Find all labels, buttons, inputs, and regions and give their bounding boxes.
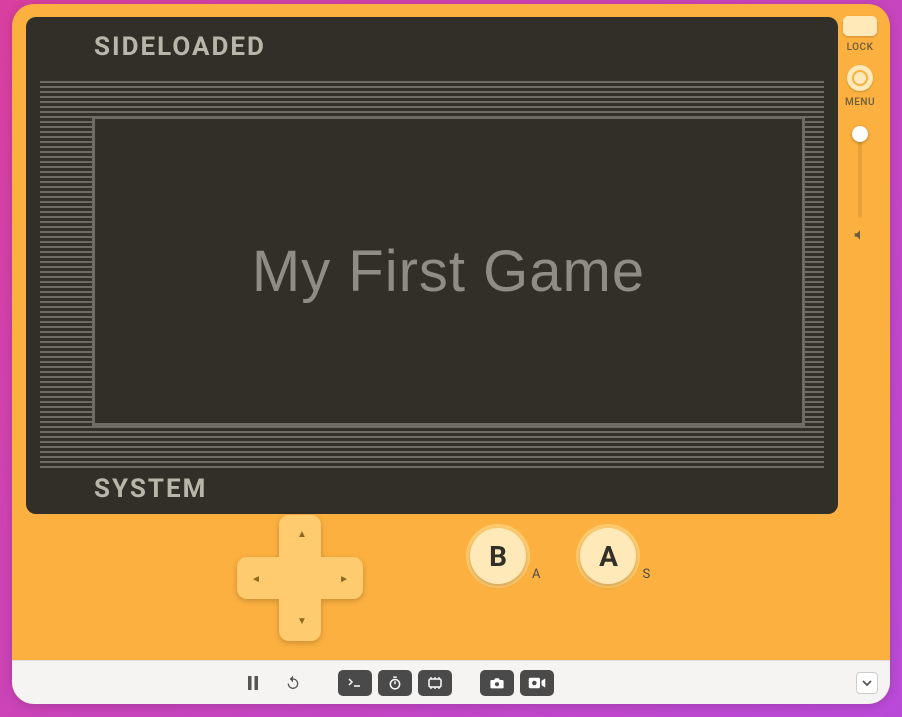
menu-button[interactable] (847, 65, 873, 91)
b-button[interactable]: B (470, 528, 526, 584)
game-title-text: My First Game (252, 238, 645, 305)
menu-label: MENU (845, 97, 875, 108)
pause-icon (247, 676, 259, 690)
console-icon (346, 676, 364, 690)
b-button-set: B A (470, 528, 540, 584)
rewind-button[interactable] (276, 670, 310, 696)
profiler-button[interactable] (378, 670, 412, 696)
side-controls: LOCK MENU (840, 16, 880, 242)
volume-icon (853, 228, 867, 242)
crank-slider-thumb[interactable] (852, 126, 868, 142)
b-key-hint: A (532, 567, 540, 584)
lock-label: LOCK (847, 42, 874, 53)
video-icon (528, 677, 546, 689)
rewind-icon (285, 675, 301, 691)
pause-button[interactable] (236, 670, 270, 696)
a-button-label: A (599, 540, 618, 573)
a-button[interactable]: A (580, 528, 636, 584)
dpad-left[interactable]: ◄ (251, 574, 261, 585)
stopwatch-icon (388, 676, 402, 690)
playdate-simulator: SIDELOADED My First Game SYSTEM LOCK MEN… (12, 4, 890, 704)
dpad: ▲ ▼ ◄ ► (237, 515, 363, 641)
lock-button[interactable] (843, 16, 877, 36)
record-button[interactable] (520, 670, 554, 696)
console-button[interactable] (338, 670, 372, 696)
a-button-set: A S (580, 528, 650, 584)
screen-footer-label: SYSTEM (26, 474, 838, 514)
b-button-label: B (489, 540, 507, 573)
camera-icon (489, 677, 505, 689)
game-viewport: My First Game (92, 116, 805, 426)
bottom-toolbar (12, 660, 890, 704)
dpad-down[interactable]: ▼ (297, 616, 307, 627)
dpad-up[interactable]: ▲ (297, 529, 307, 540)
expand-toolbar-button[interactable] (856, 672, 878, 694)
screen-header-label: SIDELOADED (26, 17, 838, 62)
device-screen: SIDELOADED My First Game SYSTEM (26, 17, 838, 514)
dpad-right[interactable]: ► (339, 574, 349, 585)
action-buttons: B A A S (470, 528, 650, 584)
chevron-down-icon (862, 680, 872, 686)
a-key-hint: S (642, 567, 650, 584)
crank-slider[interactable] (858, 128, 862, 218)
screenshot-button[interactable] (480, 670, 514, 696)
chip-icon (427, 677, 443, 689)
memory-button[interactable] (418, 670, 452, 696)
